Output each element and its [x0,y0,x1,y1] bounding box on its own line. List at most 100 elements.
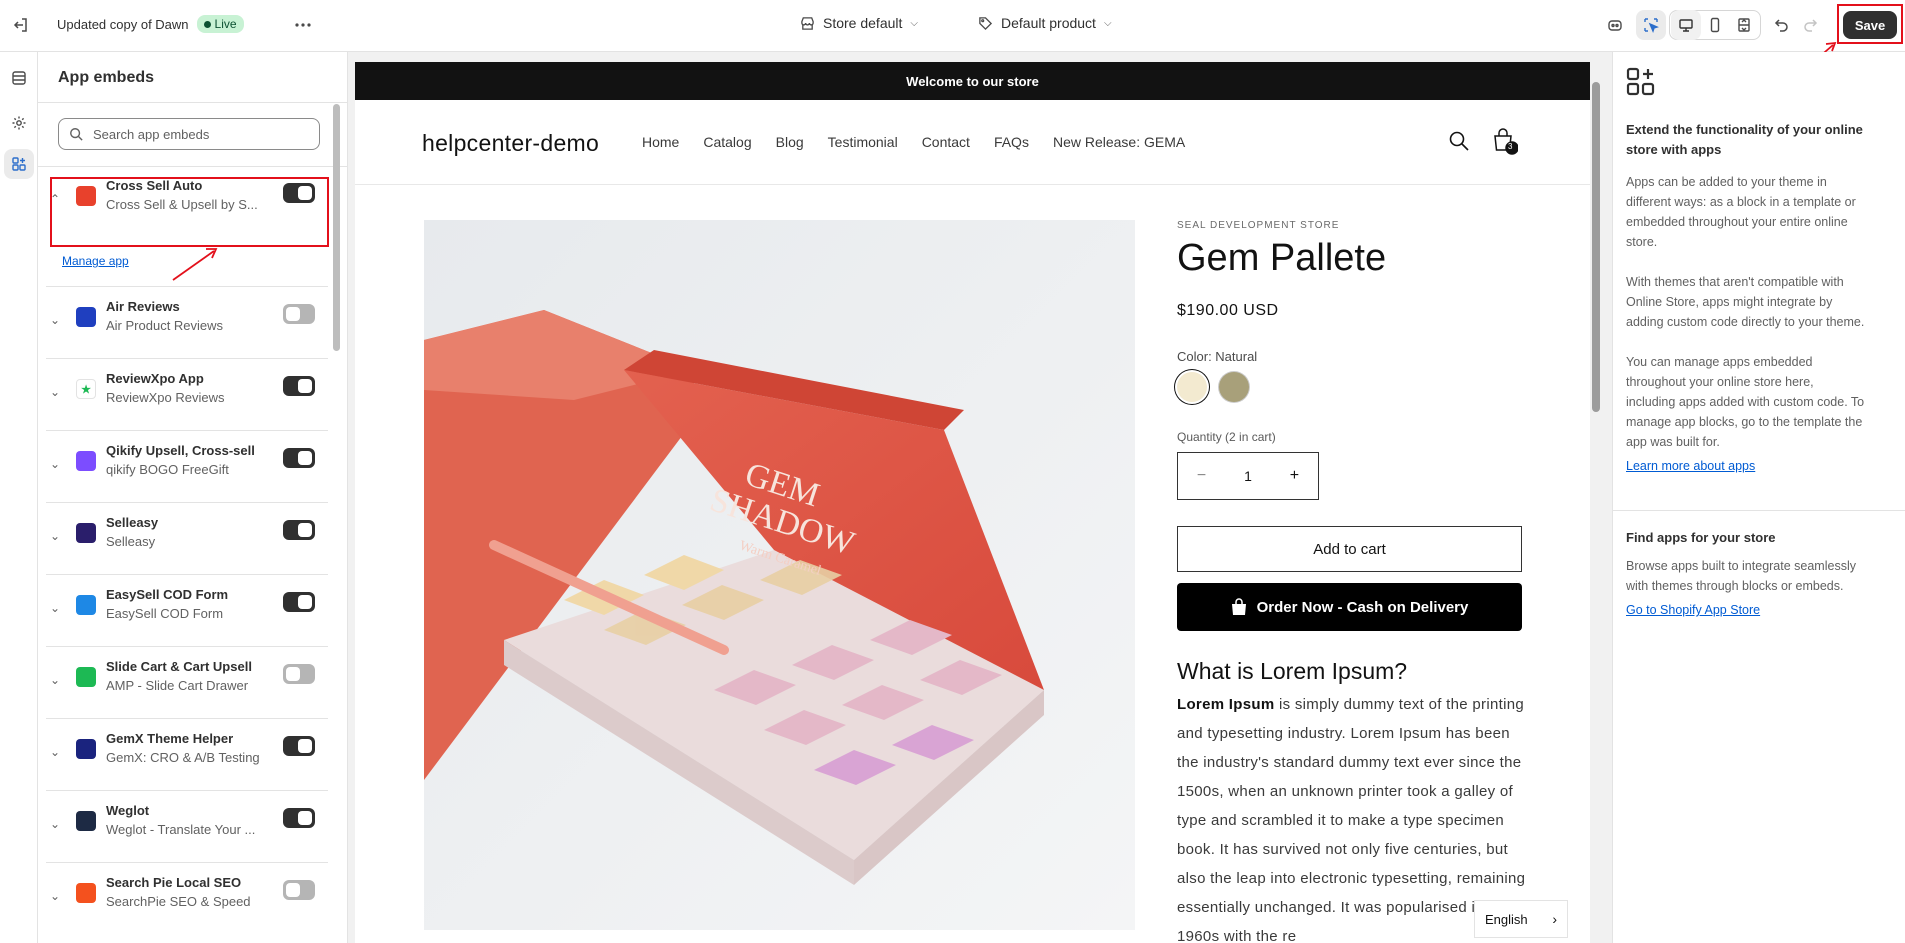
desktop-icon[interactable] [1671,10,1701,40]
description-heading: What is Lorem Ipsum? [1177,658,1408,684]
app-embed-toggle[interactable] [283,376,315,396]
store-selector[interactable]: Store default ⌵ [800,15,918,31]
fullscreen-icon[interactable] [1729,10,1759,40]
app-row[interactable]: ⌄ EasySell COD Form EasySell COD Form [38,575,328,647]
color-swatch-natural[interactable] [1177,372,1207,402]
app-name: Weglot [106,803,150,818]
chevron-down-icon[interactable]: ⌄ [50,601,60,615]
chevron-down-icon[interactable]: ⌄ [50,817,60,831]
nav-link[interactable]: FAQs [994,134,1029,150]
add-to-cart-button[interactable]: Add to cart [1177,526,1522,572]
sensei-icon[interactable] [1600,10,1630,40]
tag-icon [979,16,993,30]
info-paragraph: With themes that aren't compatible with … [1626,275,1865,329]
app-name: Air Reviews [106,299,180,314]
app-store-link[interactable]: Go to Shopify App Store [1626,603,1866,617]
search-icon[interactable] [1448,130,1470,152]
scroll-thumb[interactable] [1592,82,1600,412]
app-subtitle: AMP - Slide Cart Drawer [106,678,249,693]
qikify-icon [76,451,96,471]
settings-icon[interactable] [4,108,34,138]
highlight-box [50,177,329,247]
app-embed-toggle[interactable] [283,520,315,540]
app-embeds-icon[interactable] [4,149,34,179]
nav-link[interactable]: Blog [776,134,804,150]
minus-icon[interactable]: − [1197,467,1206,485]
app-embed-toggle[interactable] [283,664,315,684]
app-row[interactable]: ⌄ Air Reviews Air Product Reviews [38,287,328,359]
annotation-arrow-icon [172,248,218,281]
divider [46,286,328,287]
divider [46,502,328,503]
learn-more-link[interactable]: Learn more about apps [1626,459,1866,473]
quantity-value[interactable]: 1 [1244,468,1252,484]
product-selector-label: Default product [1001,15,1096,31]
app-embed-toggle[interactable] [283,448,315,468]
quantity-stepper: − 1 + [1177,452,1319,500]
chevron-down-icon[interactable]: ⌄ [50,313,60,327]
cod-label: Order Now - Cash on Delivery [1256,598,1469,616]
chevron-down-icon[interactable]: ⌄ [50,385,60,399]
redo-icon[interactable] [1796,10,1826,40]
chevron-down-icon[interactable]: ⌄ [50,673,60,687]
color-swatch-olive[interactable] [1219,372,1249,402]
app-name: Selleasy [106,515,159,530]
theme-name: Updated copy of Dawn [57,16,189,32]
app-subtitle: Weglot - Translate Your ... [106,822,256,837]
app-row[interactable]: ⌄ Weglot Weglot - Translate Your ... [38,791,328,863]
language-selector[interactable]: English › [1474,900,1568,938]
product-image[interactable]: GEM SHADOW Warm Caramel [424,220,1135,930]
chevron-down-icon[interactable]: ⌄ [50,457,60,471]
app-subtitle: Selleasy [106,534,156,549]
app-subtitle: EasySell COD Form [106,606,224,621]
selleasy-icon [76,523,96,543]
apps-icon [1626,67,1655,96]
plus-icon[interactable]: + [1290,467,1299,485]
cart-icon[interactable] [1492,127,1518,155]
store-logo[interactable]: helpcenter-demo [422,130,599,157]
sections-icon[interactable] [4,63,34,93]
mobile-icon[interactable] [1700,10,1730,40]
inspector-icon[interactable] [1636,10,1666,40]
app-embed-toggle[interactable] [283,592,315,612]
app-embed-toggle[interactable] [283,880,315,900]
app-row[interactable]: ⌄ Qikify Upsell, Cross-sell qikify BOGO Fr… [38,431,328,503]
app-name: Slide Cart & Cart Upsell [106,659,252,674]
app-name: Qikify Upsell, Cross-sell [106,443,255,458]
chevron-down-icon[interactable]: ⌄ [50,889,60,903]
app-row[interactable]: ⌄ GemX Theme Helper GemX: CRO & A/B Testin… [38,719,328,791]
product-vendor: SEAL DEVELOPMENT STORE [1177,220,1340,231]
exit-icon[interactable] [6,10,36,40]
app-row[interactable]: ⌄ Search Pie Local SEO SearchPie SEO & Spe… [38,863,328,935]
more-actions-icon[interactable] [288,10,318,40]
app-row[interactable]: ⌄ ★ ReviewXpo App ReviewXpo Reviews [38,359,328,431]
chevron-down-icon[interactable]: ⌄ [50,529,60,543]
nav-link[interactable]: Catalog [703,134,751,150]
app-embed-toggle[interactable] [283,736,315,756]
app-embed-toggle[interactable] [283,808,315,828]
product-selector[interactable]: Default product ⌵ [978,15,1112,31]
undo-icon[interactable] [1766,10,1796,40]
preview-scrollbar[interactable] [1592,62,1600,943]
divider [1613,510,1905,511]
nav-link[interactable]: New Release: GEMA [1053,134,1185,150]
info-paragraph: Apps can be added to your theme in diffe… [1626,175,1856,249]
app-embed-toggle[interactable] [283,304,315,324]
scrollbar[interactable] [333,104,340,351]
search-input[interactable]: Search app embeds [58,118,320,150]
divider [46,574,328,575]
storefront-preview: Welcome to our store helpcenter-demo Hom… [355,62,1590,943]
nav-link[interactable]: Home [642,134,679,150]
chevron-down-icon[interactable]: ⌄ [50,745,60,759]
manage-app-link[interactable]: Manage app [62,254,129,268]
cod-order-button[interactable]: Order Now - Cash on Delivery [1177,583,1522,631]
live-label: Live [214,17,237,31]
nav-link[interactable]: Testimonial [828,134,898,150]
app-subtitle: ReviewXpo Reviews [106,390,225,405]
nav-link[interactable]: Contact [922,134,970,150]
app-row[interactable]: ⌄ Slide Cart & Cart Upsell AMP - Slide Car… [38,647,328,719]
store-nav: Home Catalog Blog Testimonial Contact FAQs New… [642,134,1185,150]
app-name: ReviewXpo App [106,371,204,386]
info-heading: Extend the functionality of your online … [1626,122,1863,157]
app-row[interactable]: ⌄ Selleasy Selleasy [38,503,328,575]
